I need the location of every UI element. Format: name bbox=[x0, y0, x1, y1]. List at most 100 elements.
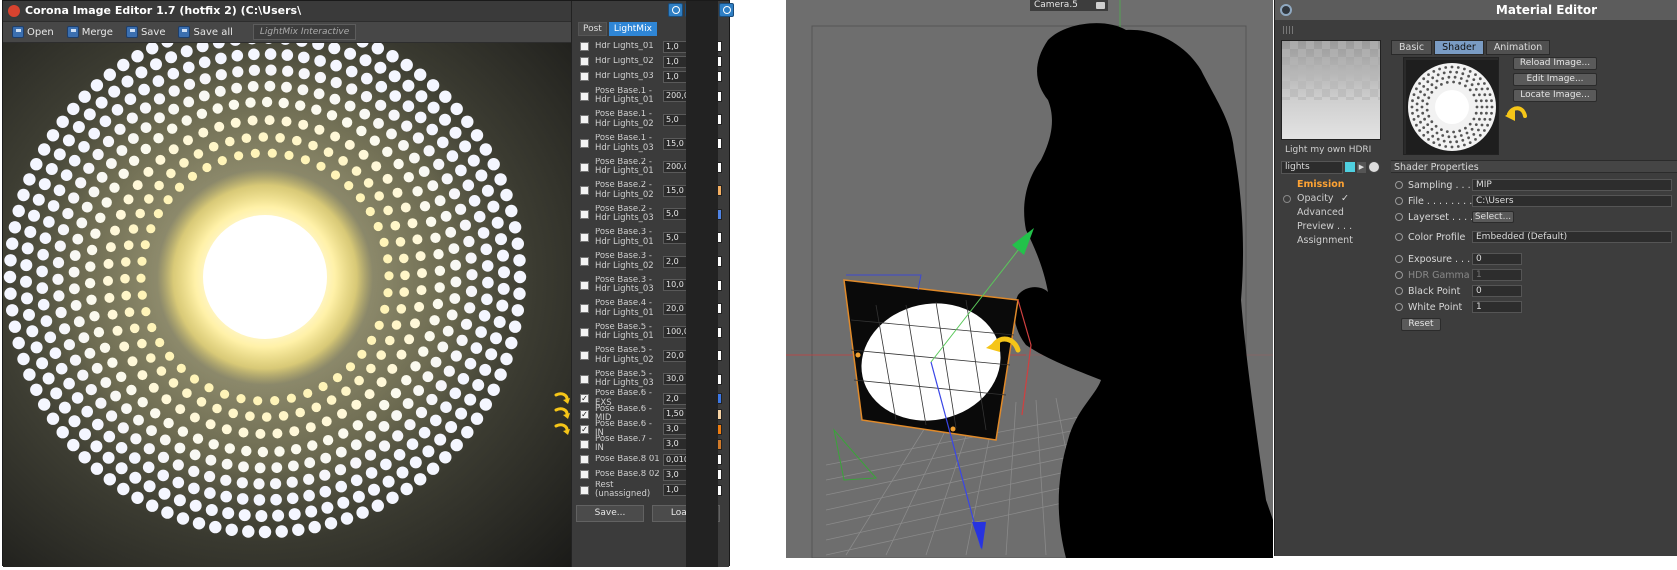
lightmix-enable-checkbox[interactable] bbox=[580, 42, 589, 52]
render-canvas[interactable] bbox=[3, 43, 571, 567]
lightmix-enable-checkbox[interactable] bbox=[580, 455, 589, 465]
filter-dropdown-icon[interactable]: ▶ bbox=[1357, 161, 1366, 173]
save-button[interactable]: Save bbox=[123, 24, 172, 40]
lightmix-enable-checkbox[interactable]: ✓ bbox=[580, 424, 589, 434]
locate-image-button[interactable]: Locate Image... bbox=[1513, 89, 1597, 102]
color-profile-select[interactable]: Embedded (Default) bbox=[1472, 231, 1672, 243]
thumbnail-dot bbox=[1411, 111, 1414, 115]
light-dot bbox=[414, 111, 427, 124]
channel-opacity[interactable]: Opacity ✓ bbox=[1281, 192, 1381, 206]
black-point-anim-icon[interactable] bbox=[1395, 287, 1403, 295]
open-button[interactable]: Open bbox=[9, 24, 60, 40]
material-preview[interactable] bbox=[1281, 40, 1381, 140]
thumbnail-dot bbox=[1486, 87, 1489, 91]
opacity-anim-icon[interactable] bbox=[1283, 195, 1291, 203]
light-dot bbox=[295, 100, 306, 111]
sampling-anim-icon[interactable] bbox=[1395, 181, 1403, 189]
zoom-fit-icon[interactable] bbox=[668, 3, 683, 17]
lightmix-enable-checkbox[interactable] bbox=[580, 72, 589, 82]
tab-shader[interactable]: Shader bbox=[1434, 40, 1484, 55]
layerset-select-button[interactable]: Select... bbox=[1472, 211, 1514, 223]
file-path-field[interactable]: C:\Users bbox=[1472, 195, 1672, 207]
light-dot bbox=[68, 266, 80, 278]
merge-button[interactable]: Merge bbox=[64, 24, 119, 40]
light-dot bbox=[341, 386, 351, 397]
lightmix-mode-field[interactable]: LightMix Interactive bbox=[252, 24, 357, 40]
channel-preview[interactable]: Preview . . . bbox=[1281, 220, 1381, 234]
material-name[interactable]: Light my own HDRI bbox=[1281, 143, 1381, 157]
lightmix-enable-checkbox[interactable] bbox=[580, 485, 589, 495]
shader-texture-preview[interactable] bbox=[1403, 57, 1499, 155]
lightmix-enable-checkbox[interactable] bbox=[580, 257, 589, 267]
light-dot bbox=[344, 100, 356, 112]
tab-basic[interactable]: Basic bbox=[1391, 40, 1433, 55]
light-dot bbox=[383, 288, 393, 298]
light-dot bbox=[412, 186, 423, 197]
lightmix-enable-checkbox[interactable] bbox=[580, 439, 589, 449]
lightmix-enable-checkbox[interactable] bbox=[580, 233, 589, 243]
lightmix-enable-checkbox[interactable] bbox=[580, 280, 589, 290]
lightmix-enable-checkbox[interactable]: ✓ bbox=[580, 409, 589, 419]
sampling-select[interactable]: MIP bbox=[1472, 179, 1672, 191]
tab-lightmix[interactable]: LightMix bbox=[608, 22, 657, 36]
panel-grip-icon[interactable] bbox=[1283, 26, 1293, 34]
pointer-picker-icon[interactable] bbox=[1368, 161, 1380, 173]
light-dot bbox=[53, 148, 66, 161]
exposure-anim-icon[interactable] bbox=[1395, 255, 1403, 263]
thumbnail-dot bbox=[1438, 67, 1441, 71]
camera-label[interactable]: Camera.5 bbox=[1030, 0, 1108, 11]
light-dot bbox=[281, 49, 294, 61]
lightmix-enable-checkbox[interactable] bbox=[580, 57, 589, 67]
light-dot bbox=[163, 417, 174, 429]
reset-button[interactable]: Reset bbox=[1401, 318, 1441, 331]
color-profile-anim-icon[interactable] bbox=[1395, 233, 1403, 241]
light-dot bbox=[49, 347, 62, 360]
lightmix-enable-checkbox[interactable] bbox=[580, 186, 589, 196]
layerset-anim-icon[interactable] bbox=[1395, 213, 1403, 221]
file-row: File . . . . . . . . C:\Users bbox=[1391, 194, 1677, 208]
channel-assignment[interactable]: Assignment bbox=[1281, 234, 1381, 248]
lightmix-enable-checkbox[interactable] bbox=[580, 209, 589, 219]
thumbnail-dot bbox=[1468, 122, 1472, 126]
light-dot bbox=[84, 278, 96, 289]
filter-input[interactable]: lights bbox=[1281, 160, 1343, 174]
lightmix-enable-checkbox[interactable] bbox=[580, 91, 589, 101]
thumbnail-dot bbox=[1449, 70, 1452, 74]
light-dot bbox=[83, 162, 95, 174]
file-anim-icon[interactable] bbox=[1395, 197, 1403, 205]
lightmix-enable-checkbox[interactable] bbox=[580, 327, 589, 337]
lightmix-enable-checkbox[interactable] bbox=[580, 162, 589, 172]
3d-viewport[interactable]: Camera.5 bbox=[786, 0, 1273, 558]
lightmix-enable-checkbox[interactable] bbox=[580, 304, 589, 314]
tab-post[interactable]: Post bbox=[578, 22, 607, 36]
lightmix-enable-checkbox[interactable] bbox=[580, 470, 589, 480]
reload-image-button[interactable]: Reload Image... bbox=[1513, 57, 1597, 70]
lightmix-enable-checkbox[interactable] bbox=[580, 374, 589, 384]
white-point-anim-icon[interactable] bbox=[1395, 303, 1403, 311]
tab-animation[interactable]: Animation bbox=[1485, 40, 1551, 55]
lightmix-enable-checkbox[interactable] bbox=[580, 115, 589, 125]
light-dot bbox=[407, 218, 418, 229]
light-dot bbox=[335, 446, 347, 458]
light-dot bbox=[46, 412, 60, 425]
lightmix-enable-checkbox[interactable]: ✓ bbox=[580, 394, 589, 404]
light-dot bbox=[253, 396, 263, 406]
edit-image-button[interactable]: Edit Image... bbox=[1513, 73, 1597, 86]
light-dot bbox=[298, 51, 310, 64]
zoom-settings-icon[interactable] bbox=[719, 3, 734, 17]
lightmix-save-button[interactable]: Save... bbox=[576, 505, 644, 522]
channel-emission[interactable]: Emission bbox=[1281, 178, 1381, 192]
white-point-input[interactable]: 1 bbox=[1472, 301, 1522, 313]
black-point-input[interactable]: 0 bbox=[1472, 285, 1522, 297]
lightmix-enable-checkbox[interactable] bbox=[580, 351, 589, 361]
save-all-button[interactable]: Save all bbox=[175, 24, 238, 40]
thumbnail-dot bbox=[1426, 123, 1430, 126]
filter-color-swatch[interactable] bbox=[1345, 162, 1355, 172]
lightmix-enable-checkbox[interactable] bbox=[580, 139, 589, 149]
exposure-input[interactable]: 0 bbox=[1472, 253, 1522, 265]
light-dot bbox=[172, 476, 185, 489]
light-dot bbox=[258, 525, 272, 539]
light-dot bbox=[272, 509, 285, 522]
thumbnail-dot bbox=[1461, 138, 1465, 142]
channel-advanced[interactable]: Advanced bbox=[1281, 206, 1381, 220]
